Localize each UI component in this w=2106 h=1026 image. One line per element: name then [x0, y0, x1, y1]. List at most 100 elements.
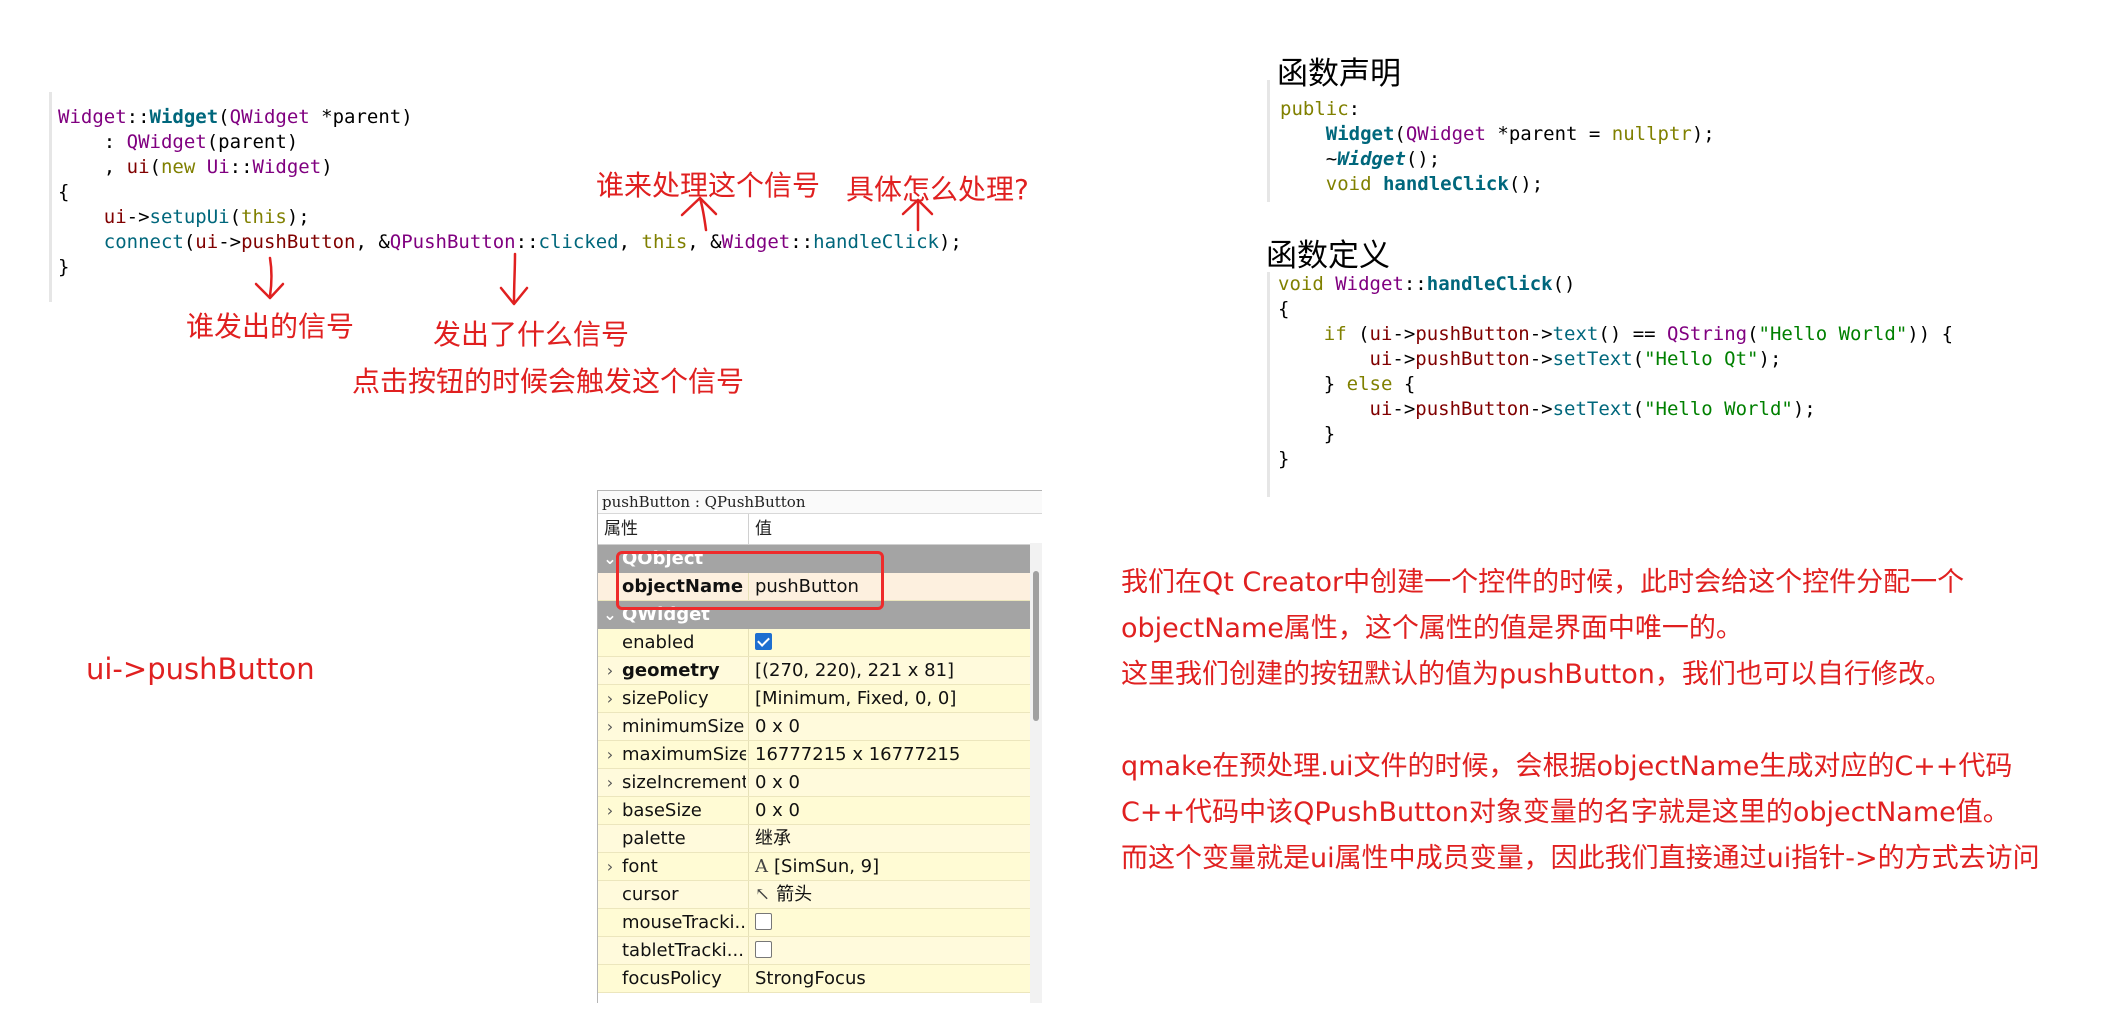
property-name: focusPolicy	[622, 968, 722, 989]
property-row[interactable]: cursor ↖ 箭头	[598, 881, 1042, 909]
objectname-highlight-box	[616, 551, 884, 610]
property-value[interactable]: [(270, 220), 221 x 81]	[755, 657, 954, 685]
constructor-code-line: , ui(new Ui::Widget)	[58, 156, 333, 178]
property-name: tabletTracki...	[622, 940, 744, 961]
property-name: mouseTracki...	[622, 912, 746, 933]
property-value[interactable]: StrongFocus	[755, 965, 866, 993]
constructor-code-line: ui->setupUi(this);	[103, 206, 310, 228]
vertical-scrollbar[interactable]	[1030, 543, 1042, 1003]
code-block-definition: void Widget::handleClick(){ if (ui->push…	[1278, 272, 1953, 472]
property-rows: ⌄ QObject objectName pushButton ⌄ QWidget enab…	[598, 545, 1042, 993]
property-name: cursor	[622, 884, 679, 905]
property-row[interactable]: › maximumSize 16777215 x 16777215	[598, 741, 1042, 769]
property-row[interactable]: › font A [SimSun, 9]	[598, 853, 1042, 881]
property-value[interactable]	[755, 909, 772, 937]
property-value-text: [SimSun, 9]	[774, 856, 880, 877]
property-value[interactable]: A [SimSun, 9]	[755, 853, 879, 881]
property-editor-title: pushButton : QPushButton	[598, 491, 1042, 514]
property-value[interactable]	[755, 629, 772, 657]
property-value-text: StrongFocus	[755, 968, 866, 989]
explanation-line: qmake在预处理.ui文件的时候，会根据objectName生成对应的C++代…	[1121, 751, 2013, 782]
property-name: sizeIncrement	[622, 772, 746, 793]
expand-chevron-icon[interactable]: ›	[602, 713, 618, 741]
annotation-ui-pushbutton: ui->pushButton	[86, 652, 315, 686]
property-name: geometry	[622, 660, 720, 681]
scrollbar-thumb[interactable]	[1033, 571, 1039, 721]
property-value-text: 0 x 0	[755, 772, 800, 793]
definition-code-line: ui->pushButton->setText("Hello Qt");	[1369, 348, 1782, 370]
code-block-constructor: Widget::Widget(QWidget *parent) : QWidge…	[58, 105, 962, 280]
property-value[interactable]: 0 x 0	[755, 713, 800, 741]
code-gutter-main	[49, 92, 52, 302]
definition-code-line: if (ui->pushButton->text() == QString("H…	[1323, 323, 1954, 345]
property-value[interactable]: 继承	[755, 825, 791, 853]
checkbox-unchecked[interactable]	[755, 941, 772, 958]
property-row[interactable]: › sizePolicy [Minimum, Fixed, 0, 0]	[598, 685, 1042, 713]
property-row[interactable]: palette 继承	[598, 825, 1042, 853]
property-name: palette	[622, 828, 686, 849]
property-editor-header: 属性 值	[598, 514, 1042, 545]
property-value[interactable]: [Minimum, Fixed, 0, 0]	[755, 685, 956, 713]
property-row[interactable]: focusPolicy StrongFocus	[598, 965, 1042, 993]
property-name: font	[622, 856, 658, 877]
property-row[interactable]: › geometry [(270, 220), 221 x 81]	[598, 657, 1042, 685]
annotation-who-handles: 谁来处理这个信号	[596, 169, 821, 202]
code-gutter-def	[1267, 272, 1270, 497]
property-value[interactable]	[755, 937, 772, 965]
property-value[interactable]: 16777215 x 16777215	[755, 741, 960, 769]
column-header-property[interactable]: 属性	[604, 514, 638, 544]
explanation-text: 我们在Qt Creator中创建一个控件的时候，此时会给这个控件分配一个 obje…	[1121, 560, 2040, 882]
definition-code-line: ui->pushButton->setText("Hello World");	[1369, 398, 1816, 420]
property-value-text: 0 x 0	[755, 716, 800, 737]
property-name: minimumSize	[622, 716, 745, 737]
expand-chevron-icon[interactable]: ›	[602, 657, 618, 685]
property-value-text: [(270, 220), 221 x 81]	[755, 660, 955, 681]
property-row[interactable]: › minimumSize 0 x 0	[598, 713, 1042, 741]
declaration-code-line: Widget(QWidget *parent = nullptr);	[1325, 123, 1715, 145]
property-row[interactable]: enabled	[598, 629, 1042, 657]
heading-declaration: 函数声明	[1277, 56, 1401, 92]
constructor-code-line: Widget::Widget(QWidget *parent)	[58, 106, 413, 128]
expand-chevron-icon[interactable]: ›	[602, 853, 618, 881]
property-value-text: [Minimum, Fixed, 0, 0]	[755, 688, 957, 709]
explanation-line: 而这个变量就是ui属性中成员变量，因此我们直接通过ui指针->的方式去访问	[1121, 843, 2040, 874]
code-gutter-decl	[1267, 80, 1270, 202]
expand-chevron-icon[interactable]: ›	[602, 685, 618, 713]
expand-chevron-icon[interactable]: ›	[602, 741, 618, 769]
checkbox-unchecked[interactable]	[755, 913, 772, 930]
explanation-line: 我们在Qt Creator中创建一个控件的时候，此时会给这个控件分配一个	[1121, 567, 1965, 598]
property-value-text: 继承	[755, 828, 791, 849]
explanation-line: objectName属性，这个属性的值是界面中唯一的。	[1121, 613, 1743, 644]
property-value-text: 0 x 0	[755, 800, 800, 821]
property-row[interactable]: mouseTracki...	[598, 909, 1042, 937]
constructor-code-line: {	[58, 181, 70, 203]
property-name: baseSize	[622, 800, 702, 821]
property-value[interactable]: ↖ 箭头	[755, 881, 812, 909]
definition-code-line: {	[1278, 298, 1290, 320]
explanation-line: C++代码中该QPushButton对象变量的名字就是这里的objectName…	[1121, 797, 2010, 828]
code-block-declaration: public: Widget(QWidget *parent = nullptr…	[1280, 97, 1715, 197]
explanation-line: 这里我们创建的按钮默认的值为pushButton，我们也可以自行修改。	[1121, 659, 1952, 690]
property-row[interactable]: › baseSize 0 x 0	[598, 797, 1042, 825]
font-icon: A	[755, 856, 768, 877]
property-value[interactable]: 0 x 0	[755, 769, 800, 797]
declaration-code-line: ~Widget();	[1280, 148, 1441, 170]
definition-code-line: }	[1278, 448, 1290, 470]
heading-definition: 函数定义	[1266, 238, 1390, 274]
annotation-who-emits: 谁发出的信号	[186, 310, 355, 343]
property-name: maximumSize	[622, 744, 746, 765]
constructor-code-line: }	[58, 256, 70, 278]
constructor-code-line: connect(ui->pushButton, &QPushButton::cl…	[103, 231, 962, 253]
property-row[interactable]: › sizeIncrement 0 x 0	[598, 769, 1042, 797]
property-row[interactable]: tabletTracki...	[598, 937, 1042, 965]
checkbox-checked[interactable]	[755, 633, 772, 650]
explanation-line	[1121, 698, 2040, 744]
property-value[interactable]: 0 x 0	[755, 797, 800, 825]
property-name: enabled	[622, 632, 695, 653]
declaration-code-line: void handleClick();	[1325, 173, 1544, 195]
expand-chevron-icon[interactable]: ›	[602, 769, 618, 797]
column-header-value[interactable]: 值	[755, 514, 772, 544]
definition-code-line: } else {	[1278, 373, 1416, 395]
definition-code-line: }	[1278, 423, 1336, 445]
expand-chevron-icon[interactable]: ›	[602, 797, 618, 825]
